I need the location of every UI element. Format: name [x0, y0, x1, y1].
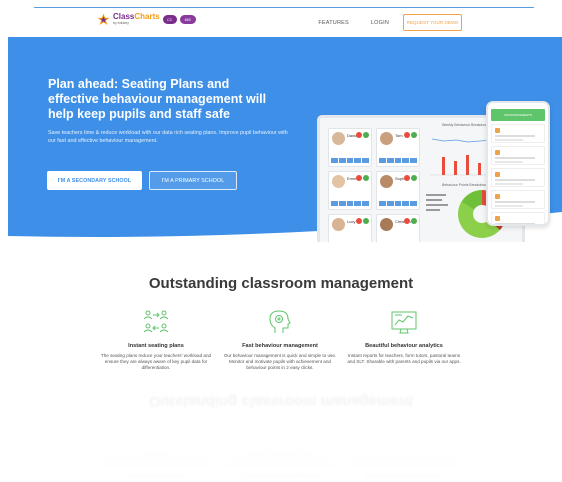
seat-card: Emma [328, 171, 372, 210]
request-demo-button[interactable]: REQUEST YOUR DEMO [403, 14, 462, 31]
feature-text: Our behaviour management is quick and si… [223, 353, 337, 371]
hero-subtitle: Save teachers time & reduce workload wit… [48, 130, 288, 144]
feature-behaviour-analytics: Beautiful behaviour analytics Instant re… [344, 308, 464, 365]
pupil-data-bar [331, 201, 369, 206]
logo-pill-2: MIS [179, 15, 196, 24]
reflection-fade [0, 378, 562, 482]
secondary-school-button[interactable]: I'M A SECONDARY SCHOOL [47, 171, 142, 190]
feature-title: Beautiful behaviour analytics [365, 343, 443, 349]
negative-badge [356, 218, 362, 224]
phone-card [491, 124, 545, 143]
feature-title: Fast behaviour management [242, 343, 318, 349]
landing-page: ClassCharts by edukey CC MIS FEATURES LO… [0, 0, 562, 482]
negative-badge [356, 132, 362, 138]
hero-title: Plan ahead: Seating Plans and effective … [48, 77, 267, 121]
phone-card [491, 168, 545, 187]
pupil-avatar [332, 175, 345, 188]
seat-card: Christian [376, 214, 420, 242]
negative-badge [404, 175, 410, 181]
pupil-data-bar [379, 201, 417, 206]
pupil-avatar [380, 175, 393, 188]
features-section-title: Outstanding classroom management [148, 275, 414, 292]
primary-school-button[interactable]: I'M A PRIMARY SCHOOL [149, 171, 237, 190]
head-behaviour-icon [269, 310, 291, 333]
seat-card: Lucy [328, 214, 372, 242]
feature-behaviour-management: Fast behaviour management Our behaviour … [220, 308, 340, 372]
feature-title: Instant seating plans [128, 343, 184, 349]
logo-name-part-1: Class [113, 12, 135, 22]
hero-banner: Plan ahead: Seating Plans and effective … [8, 37, 562, 242]
seat-card: Danielle [328, 128, 372, 167]
positive-badge [411, 218, 417, 224]
pupil-avatar [380, 218, 393, 231]
phone-card [491, 146, 545, 165]
logo-name: ClassCharts [113, 13, 160, 21]
phone-mockup: ANNOUNCEMENTS [486, 101, 550, 226]
seat-card: Tom [376, 128, 420, 167]
nav-login-link[interactable]: LOGIN [371, 20, 389, 26]
logo-text: ClassCharts by edukey [113, 13, 160, 26]
pupil-data-bar [331, 158, 369, 163]
logo-tagline: by edukey [113, 21, 129, 26]
classcharts-logo[interactable]: ClassCharts by edukey CC MIS [97, 13, 196, 26]
points-chart-title: Behaviour Points Breakdown [442, 183, 487, 187]
phone-header: ANNOUNCEMENTS [491, 109, 545, 121]
pupil-name: Tom [395, 133, 403, 138]
seating-plan-icon [143, 310, 169, 333]
feature-text: Instant reports for teachers, form tutor… [347, 353, 461, 365]
feature-seating-plans: Instant seating plans The seating plans … [96, 308, 216, 372]
negative-badge [404, 132, 410, 138]
pupil-avatar [332, 132, 345, 145]
logo-pill-1: CC [162, 15, 177, 24]
positive-badge [411, 175, 417, 181]
site-header: ClassCharts by edukey CC MIS FEATURES LO… [34, 8, 534, 35]
negative-badge [404, 218, 410, 224]
star-logo-icon [97, 13, 110, 26]
pupil-data-bar [379, 158, 417, 163]
positive-badge [411, 132, 417, 138]
negative-badge [356, 175, 362, 181]
pupil-name: Lucy [347, 219, 356, 224]
nav-features-link[interactable]: FEATURES [318, 20, 349, 26]
analytics-screen-icon [391, 311, 417, 334]
phone-card [491, 212, 545, 224]
feature-text: The seating plans reduce your teachers' … [100, 353, 212, 371]
positive-badge [363, 132, 369, 138]
pupil-avatar [332, 218, 345, 231]
main-nav: FEATURES LOGIN REQUEST YOUR DEMO [318, 14, 534, 31]
positive-badge [363, 175, 369, 181]
seat-card: Sophia [376, 171, 420, 210]
seating-plan-grid: Danielle Tom Emma Sophia Lucy Christian [328, 128, 420, 242]
positive-badge [363, 218, 369, 224]
phone-card [491, 190, 545, 209]
pupil-avatar [380, 132, 393, 145]
logo-name-part-2: Charts [134, 12, 160, 22]
